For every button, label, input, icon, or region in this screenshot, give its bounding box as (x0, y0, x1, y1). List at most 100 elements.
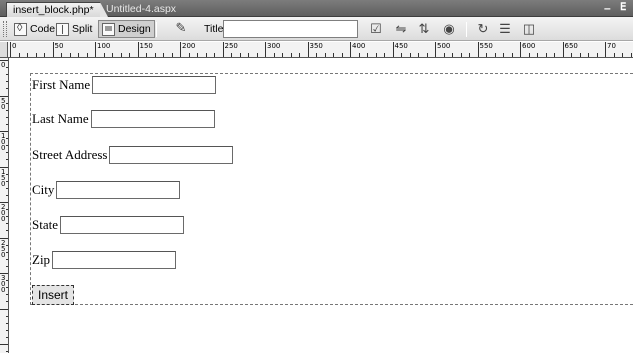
ruler-tick (299, 53, 300, 57)
ruler-label: 350 (309, 42, 323, 50)
ruler-tick (384, 53, 385, 57)
toolbar-separator (156, 22, 157, 37)
ruler-tick (358, 53, 360, 57)
ruler-tick (154, 53, 156, 57)
ruler-tick (6, 230, 8, 232)
live-data-icon[interactable]: ✎ (172, 20, 190, 36)
ruler-tick (367, 53, 368, 57)
ruler-label: 400 (352, 42, 366, 50)
first-name-row: First Name (32, 76, 217, 94)
ruler-tick (6, 123, 8, 125)
state-row: State (32, 216, 184, 234)
page-title-input[interactable] (223, 20, 358, 38)
ruler-tick (409, 53, 411, 57)
first-name-field[interactable] (92, 76, 217, 94)
ruler-tick (588, 53, 589, 57)
ruler-tick (6, 109, 8, 111)
last-name-field[interactable] (90, 110, 215, 128)
ruler-tick (248, 53, 249, 57)
ruler-tick (137, 42, 139, 57)
ruler-tick (562, 42, 564, 57)
ruler-tick (520, 42, 521, 57)
toolbar-grip[interactable] (3, 21, 7, 37)
tab-label: insert_block.php* (13, 4, 94, 16)
code-view-icon (14, 22, 27, 36)
tab-insert-block-php[interactable]: insert_block.php* (6, 2, 108, 17)
minimize-icon[interactable]: – (604, 1, 611, 15)
ruler-tick (239, 53, 241, 57)
ruler-tick (6, 173, 8, 175)
ruler-tick (443, 53, 445, 57)
view-options-icon[interactable]: ☰ (496, 21, 514, 37)
state-field[interactable] (60, 216, 184, 234)
preview-icon[interactable]: ⇅ (415, 21, 433, 37)
ruler-tick (477, 42, 479, 57)
design-view-icon (102, 22, 115, 36)
horizontal-ruler[interactable]: 0 50 100 150 200 250 300 350 400 450 500 550 600 650 7… (8, 42, 633, 58)
ruler-tick (231, 53, 232, 57)
ruler-tick (6, 81, 8, 83)
ruler-tick (129, 53, 130, 57)
ruler-tick (290, 53, 292, 57)
ruler-label: 300 (1, 274, 6, 294)
ruler-tick (6, 145, 8, 147)
ruler-tick (418, 53, 419, 57)
ruler-tick (103, 53, 105, 57)
tab-untitled-4-aspx[interactable]: Untitled-4.aspx (102, 2, 180, 17)
ruler-tick (222, 42, 224, 57)
ruler-corner[interactable] (0, 42, 8, 58)
ruler-tick (333, 53, 334, 57)
city-field[interactable] (56, 181, 181, 199)
ruler-label: 0 (12, 42, 17, 50)
ruler-label: 0 (1, 61, 6, 69)
ruler-tick (171, 53, 173, 57)
insert-button[interactable]: Insert (32, 285, 75, 305)
ruler-tick (6, 116, 8, 118)
zip-field[interactable] (52, 251, 177, 269)
ruler-label: 550 (479, 42, 493, 50)
ruler-tick (596, 53, 598, 57)
globe-preview-icon[interactable]: ◉ (440, 21, 458, 37)
refresh-icon[interactable]: ↻ (474, 21, 492, 37)
ruler-tick (61, 53, 62, 57)
ruler-tick (10, 42, 11, 57)
ruler-tick (6, 294, 8, 296)
ruler-label: 150 (139, 42, 153, 50)
ruler-tick (6, 258, 8, 260)
ruler-tick (0, 308, 8, 310)
ruler-label: 250 (224, 42, 238, 50)
ruler-tick (0, 344, 8, 345)
visual-aids-icon[interactable]: ◫ (520, 21, 538, 37)
restore-icon[interactable]: ⴹ (620, 1, 626, 15)
street-address-field[interactable] (109, 146, 234, 164)
ruler-tick (452, 53, 453, 57)
ruler-tick (460, 53, 462, 57)
browser-check-icon[interactable]: ☑ (367, 21, 385, 37)
vertical-ruler[interactable]: 0 50 100 150 200 250 300 (0, 58, 9, 353)
ruler-label: 100 (1, 132, 6, 152)
ruler-tick (120, 53, 122, 57)
ruler-tick (401, 53, 402, 57)
ruler-tick (622, 53, 623, 57)
ruler-tick (545, 53, 547, 57)
ruler-label: 150 (1, 167, 6, 188)
ruler-tick (6, 336, 8, 338)
street-address-label: Street Address (32, 147, 108, 162)
ruler-tick (6, 280, 8, 282)
design-canvas[interactable]: First Name Last Name Street Address City… (10, 59, 633, 353)
ruler-tick (163, 53, 164, 57)
ruler-tick (146, 53, 147, 57)
ruler-tick (6, 315, 8, 317)
ruler-tick (6, 74, 8, 76)
file-management-icon[interactable]: ⇋ (392, 21, 410, 37)
toolbar-separator (466, 22, 467, 37)
ruler-tick (613, 53, 615, 57)
ruler-tick (486, 53, 487, 57)
design-view-button[interactable]: Design (98, 20, 155, 38)
ruler-tick (537, 53, 538, 57)
ruler-tick (571, 53, 572, 57)
ruler-tick (6, 223, 8, 225)
ruler-tick (86, 53, 88, 57)
split-view-button[interactable]: Split (52, 20, 96, 38)
ruler-tick (375, 53, 377, 57)
